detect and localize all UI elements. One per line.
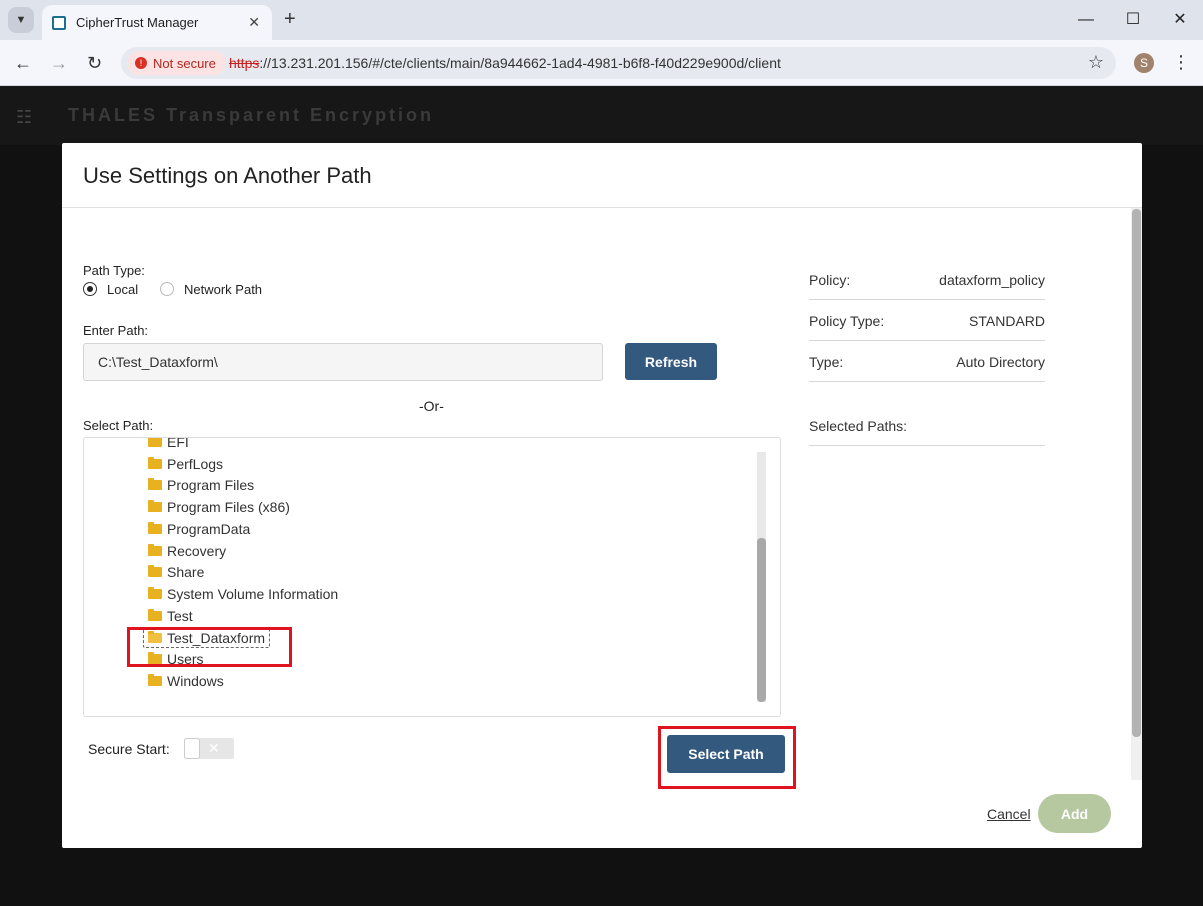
- folder-tree[interactable]: EFI PerfLogs Program Files Program Files…: [83, 437, 781, 717]
- tree-item[interactable]: Recovery: [148, 540, 338, 562]
- secure-start-label: Secure Start:: [88, 741, 170, 757]
- tree-item[interactable]: EFI: [148, 437, 338, 453]
- tree-item[interactable]: Program Files (x86): [148, 496, 338, 518]
- radio-network-label[interactable]: Network Path: [184, 282, 262, 297]
- tree-item[interactable]: System Volume Information: [148, 583, 338, 605]
- path-input[interactable]: [83, 343, 603, 381]
- profile-avatar[interactable]: S: [1134, 53, 1154, 73]
- policy-type-label: Policy Type:: [809, 313, 885, 329]
- close-tab-icon[interactable]: ✕: [248, 14, 260, 31]
- tree-item-label: Recovery: [167, 542, 227, 559]
- tree-item[interactable]: Test: [148, 605, 338, 627]
- select-path-button[interactable]: Select Path: [667, 735, 785, 773]
- tab-search-icon[interactable]: ▼: [8, 7, 34, 33]
- modal-header: Use Settings on Another Path: [62, 143, 1142, 208]
- maximize-icon[interactable]: ☐: [1123, 10, 1143, 30]
- highlight-selected-folder: [127, 627, 292, 667]
- toggle-off-icon: ✕: [208, 740, 220, 756]
- folder-icon: [148, 674, 162, 687]
- tree-scrollbar-thumb[interactable]: [757, 538, 766, 702]
- info-row-policy-type: Policy Type: STANDARD: [809, 300, 1045, 341]
- tree-item[interactable]: Share: [148, 562, 338, 584]
- toggle-knob: [184, 738, 200, 759]
- folder-icon: [148, 565, 162, 578]
- tree-item-label: Share: [167, 564, 205, 581]
- folder-icon: [148, 438, 162, 447]
- forward-icon[interactable]: →: [50, 53, 68, 73]
- radio-local[interactable]: [83, 282, 97, 296]
- type-label: Type:: [809, 354, 844, 370]
- refresh-button[interactable]: Refresh: [625, 343, 717, 380]
- folder-icon: [148, 478, 162, 491]
- enter-path-label: Enter Path:: [83, 323, 149, 338]
- app-grid-icon: ☷: [16, 107, 33, 127]
- tree-item[interactable]: Windows: [148, 670, 338, 692]
- not-secure-badge[interactable]: ! Not secure: [127, 51, 226, 75]
- policy-value: dataxform_policy: [939, 272, 1045, 288]
- window-close-icon[interactable]: ✕: [1170, 10, 1190, 30]
- address-bar[interactable]: ! Not secure https://13.231.201.156/#/ct…: [121, 47, 1116, 79]
- not-secure-label: Not secure: [153, 55, 216, 71]
- warning-icon: !: [135, 57, 147, 69]
- modal-title: Use Settings on Another Path: [83, 163, 372, 188]
- tab-title: CipherTrust Manager: [76, 15, 199, 30]
- secure-start-toggle[interactable]: ✕: [184, 738, 234, 759]
- modal-scrollbar-thumb[interactable]: [1132, 209, 1141, 737]
- app-header: ☷ THALES Transparent Encryption: [0, 87, 1203, 145]
- folder-icon: [148, 456, 162, 469]
- back-icon[interactable]: ←: [14, 53, 32, 73]
- tree-item-label: Program Files (x86): [167, 499, 290, 516]
- minimize-icon[interactable]: —: [1076, 10, 1096, 30]
- url-text[interactable]: https://13.231.201.156/#/cte/clients/mai…: [229, 55, 781, 71]
- info-row-selected-paths: Selected Paths:: [809, 405, 1045, 446]
- policy-label: Policy:: [809, 272, 851, 288]
- folder-icon: [148, 500, 162, 513]
- add-button[interactable]: Add: [1038, 794, 1111, 833]
- tree-item[interactable]: PerfLogs: [148, 453, 338, 475]
- info-row-policy: Policy: dataxform_policy: [809, 259, 1045, 300]
- browser-tabbar: ▼ CipherTrust Manager ✕ + — ☐ ✕: [0, 0, 1203, 40]
- browser-menu-icon[interactable]: ⋮: [1172, 52, 1190, 72]
- folder-icon: [148, 543, 162, 556]
- url-scheme: https: [229, 55, 260, 71]
- radio-network-path[interactable]: [160, 282, 174, 296]
- radio-local-label[interactable]: Local: [107, 282, 138, 297]
- bookmark-star-icon[interactable]: ☆: [1088, 52, 1104, 73]
- favicon-icon: [52, 15, 66, 30]
- policy-type-value: STANDARD: [969, 313, 1045, 329]
- use-settings-modal: Use Settings on Another Path Path Type: …: [62, 143, 1142, 848]
- browser-tab[interactable]: CipherTrust Manager ✕: [42, 5, 272, 40]
- cancel-link[interactable]: Cancel: [987, 806, 1031, 822]
- folder-icon: [148, 521, 162, 534]
- tree-item-label: EFI: [167, 437, 189, 450]
- or-separator: -Or-: [419, 398, 444, 414]
- tree-item-label: PerfLogs: [167, 455, 224, 472]
- browser-toolbar: ← → ↻ ! Not secure https://13.231.201.15…: [0, 40, 1203, 86]
- url-rest: ://13.231.201.156/#/cte/clients/main/8a9…: [259, 55, 781, 71]
- tree-item[interactable]: Program Files: [148, 475, 338, 497]
- reload-icon[interactable]: ↻: [87, 53, 102, 73]
- app-brand: THALES Transparent Encryption: [68, 105, 435, 125]
- path-type-label: Path Type:: [83, 263, 145, 278]
- type-value: Auto Directory: [956, 354, 1045, 370]
- tree-item[interactable]: ProgramData: [148, 518, 338, 540]
- info-row-type: Type: Auto Directory: [809, 341, 1045, 382]
- tree-item-label: ProgramData: [167, 520, 251, 537]
- selected-paths-label: Selected Paths:: [809, 418, 908, 434]
- folder-icon: [148, 587, 162, 600]
- tree-item-label: Windows: [167, 673, 224, 690]
- select-path-label: Select Path:: [83, 418, 154, 433]
- tree-item-label: Test: [167, 607, 193, 624]
- tree-item-label: System Volume Information: [167, 586, 339, 603]
- new-tab-icon[interactable]: +: [284, 8, 296, 30]
- tree-item-label: Program Files: [167, 477, 255, 494]
- folder-icon: [148, 608, 162, 621]
